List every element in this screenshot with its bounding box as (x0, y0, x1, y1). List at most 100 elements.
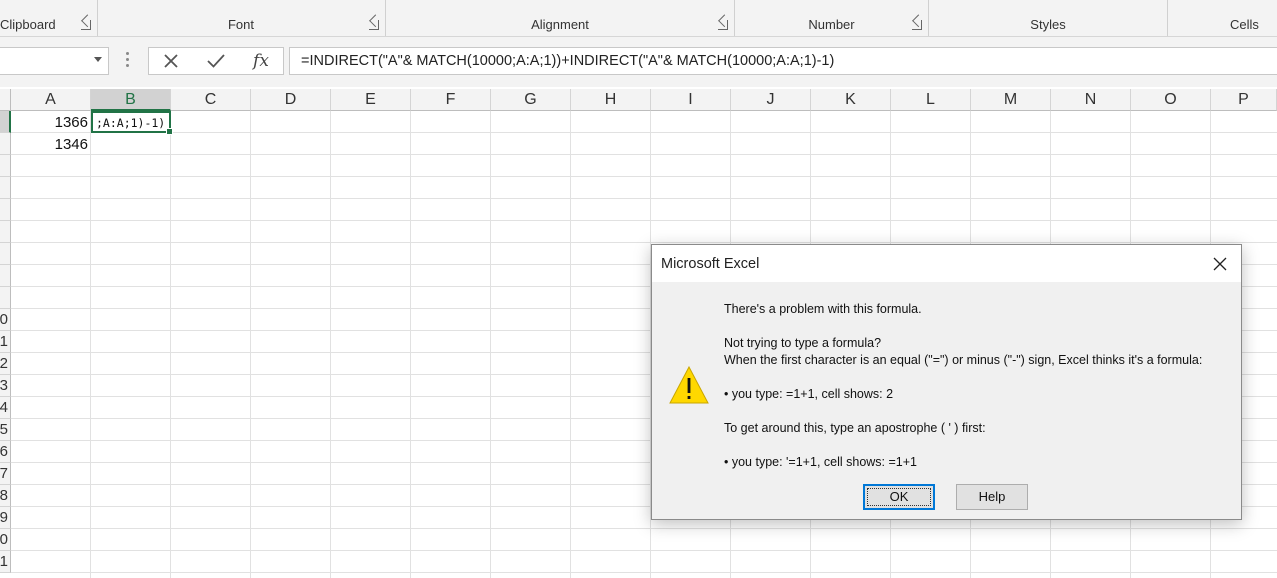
row-gridline (11, 528, 1277, 529)
column-header-n[interactable]: N (1051, 89, 1131, 111)
column-header-a[interactable]: A (11, 89, 91, 111)
ok-button[interactable]: OK (863, 484, 935, 510)
ribbon-group-label: Font (227, 17, 254, 32)
row-header[interactable] (0, 133, 11, 155)
dialog-title: Microsoft Excel (661, 256, 760, 272)
fill-handle[interactable] (166, 128, 173, 135)
row-gridline (11, 154, 1277, 155)
chevron-down-icon[interactable] (94, 57, 102, 62)
row-number: 4 (0, 399, 8, 416)
column-header-f[interactable]: F (411, 89, 491, 111)
close-icon (1213, 257, 1227, 271)
column-gridline (330, 111, 331, 578)
ribbon-group-styles: Styles (929, 0, 1168, 36)
column-header-i[interactable]: I (651, 89, 731, 111)
column-header-c[interactable]: C (171, 89, 251, 111)
row-header[interactable]: 9 (0, 507, 11, 529)
row-number: 0 (0, 311, 8, 328)
dialog-launcher-icon[interactable] (718, 20, 728, 30)
column-header-k[interactable]: K (811, 89, 891, 111)
select-all-corner[interactable] (0, 89, 11, 111)
row-header[interactable] (0, 155, 11, 177)
row-gridline (11, 198, 1277, 199)
row-header[interactable] (0, 221, 11, 243)
column-header-j[interactable]: J (731, 89, 811, 111)
dialog-message-line: When the first character is an equal ("=… (724, 353, 1203, 367)
ribbon: Clipboard Font Alignment Number Styles C… (0, 0, 1277, 37)
formula-buttons: fx (148, 47, 284, 75)
row-header[interactable]: 1 (0, 551, 11, 573)
column-header-b[interactable]: B (91, 89, 171, 111)
column-header-d[interactable]: D (251, 89, 331, 111)
column-header-h[interactable]: H (571, 89, 651, 111)
resize-grip-icon[interactable] (126, 52, 129, 68)
help-button[interactable]: Help (956, 484, 1028, 510)
row-header[interactable]: 4 (0, 397, 11, 419)
row-header[interactable] (0, 111, 11, 133)
row-number: 1 (0, 553, 8, 570)
row-header[interactable]: 0 (0, 309, 11, 331)
ribbon-group-label: Styles (1030, 17, 1066, 32)
row-header[interactable]: 5 (0, 419, 11, 441)
cell-a2[interactable]: 1346 (51, 136, 88, 153)
formula-input[interactable]: =INDIRECT("A"& MATCH(10000;A:A;1))+INDIR… (289, 47, 1277, 75)
cell-edit-text: ;A:A;1)-1) (96, 116, 166, 130)
column-header-o[interactable]: O (1131, 89, 1211, 111)
enter-button[interactable] (196, 48, 236, 74)
row-header[interactable]: 2 (0, 353, 11, 375)
dialog-message-line: To get around this, type an apostrophe (… (724, 421, 986, 435)
ribbon-group-alignment: Alignment (386, 0, 735, 36)
row-header[interactable]: 6 (0, 441, 11, 463)
error-dialog: Microsoft Excel There's a problem with t… (651, 244, 1242, 520)
column-gridline (490, 111, 491, 578)
ribbon-group-label: Number (808, 17, 855, 32)
row-header[interactable] (0, 177, 11, 199)
insert-function-button[interactable]: fx (241, 48, 281, 74)
row-gridline (11, 176, 1277, 177)
formula-text: =INDIRECT("A"& MATCH(10000;A:A;1))+INDIR… (301, 53, 835, 69)
column-gridline (170, 111, 171, 578)
row-number: 1 (0, 333, 8, 350)
column-header-m[interactable]: M (971, 89, 1051, 111)
dialog-message-line: • you type: '=1+1, cell shows: =1+1 (724, 455, 917, 469)
dialog-launcher-icon[interactable] (369, 20, 379, 30)
row-number: 7 (0, 465, 8, 482)
row-header[interactable] (0, 265, 11, 287)
dialog-message-line: • you type: =1+1, cell shows: 2 (724, 387, 894, 401)
dialog-launcher-icon[interactable] (912, 20, 922, 30)
dialog-titlebar[interactable]: Microsoft Excel (652, 245, 1241, 282)
warning-icon (669, 365, 709, 404)
row-number: 2 (0, 355, 8, 372)
row-gridline (11, 550, 1277, 551)
ribbon-group-font: Font (97, 0, 386, 36)
row-header[interactable]: 7 (0, 463, 11, 485)
column-header-e[interactable]: E (331, 89, 411, 111)
column-header-l[interactable]: L (891, 89, 971, 111)
name-box[interactable] (0, 47, 109, 75)
cell-a1[interactable]: 1366 (51, 114, 88, 131)
row-header[interactable]: 0 (0, 529, 11, 551)
ribbon-group-number: Number (735, 0, 929, 36)
dialog-launcher-icon[interactable] (81, 20, 91, 30)
row-header[interactable]: 3 (0, 375, 11, 397)
fx-icon: fx (253, 51, 269, 71)
row-number: 8 (0, 487, 8, 504)
dialog-message-line: Not trying to type a formula? (724, 336, 882, 350)
column-gridline (570, 111, 571, 578)
check-icon (207, 54, 225, 68)
dialog-close-button[interactable] (1207, 251, 1233, 277)
row-gridline (11, 242, 1277, 243)
cancel-button[interactable] (151, 48, 191, 74)
row-header[interactable]: 1 (0, 331, 11, 353)
row-header[interactable] (0, 287, 11, 309)
column-header-g[interactable]: G (491, 89, 571, 111)
row-header[interactable] (0, 199, 11, 221)
formula-bar-row: fx =INDIRECT("A"& MATCH(10000;A:A;1))+IN… (0, 37, 1277, 87)
row-header[interactable] (0, 243, 11, 265)
row-header[interactable]: 8 (0, 485, 11, 507)
column-gridline (410, 111, 411, 578)
row-number: 3 (0, 377, 8, 394)
dialog-message-line: There's a problem with this formula. (724, 302, 922, 316)
active-cell-b1[interactable]: ;A:A;1)-1) (91, 111, 173, 135)
column-header-p[interactable]: P (1211, 89, 1277, 111)
